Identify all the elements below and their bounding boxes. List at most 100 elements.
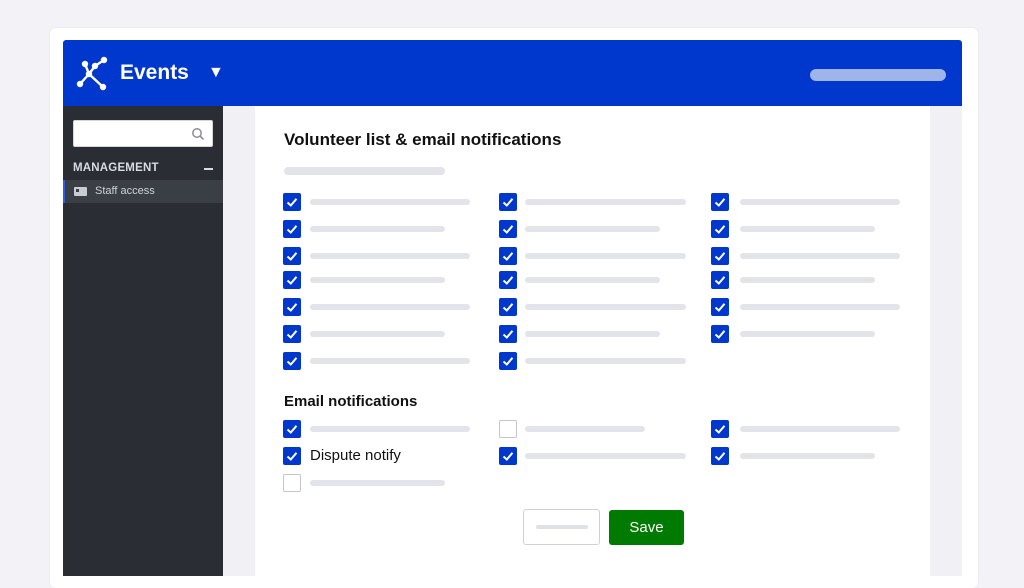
volunteer-checkbox-c1-r1[interactable] xyxy=(283,193,301,211)
option-label-placeholder xyxy=(525,226,660,232)
option-label-placeholder xyxy=(740,304,900,310)
email-notifications-heading: Email notifications xyxy=(284,393,418,410)
dispute-notify-label: Dispute notify xyxy=(310,447,401,464)
checkmark-icon xyxy=(286,452,298,461)
email-checkbox-c2-r2[interactable] xyxy=(499,447,517,465)
volunteer-checkbox-c3-r3[interactable] xyxy=(711,247,729,265)
volunteer-checkbox-c2-r2[interactable] xyxy=(499,220,517,238)
top-header: Events ▼ xyxy=(63,40,962,106)
checkmark-icon xyxy=(714,225,726,234)
volunteer-checkbox-c1-r6[interactable] xyxy=(283,325,301,343)
option-label-placeholder xyxy=(525,199,686,205)
app-title[interactable]: Events xyxy=(120,60,189,86)
email-checkbox-c3-r2[interactable] xyxy=(711,447,729,465)
option-label-placeholder xyxy=(310,480,445,486)
option-label-placeholder xyxy=(525,331,660,337)
option-label-placeholder xyxy=(740,426,900,432)
option-label-placeholder xyxy=(740,199,900,205)
checkmark-icon xyxy=(714,276,726,285)
page-title: Volunteer list & email notifications xyxy=(284,130,562,149)
subtitle-placeholder xyxy=(284,167,445,175)
volunteer-checkbox-c3-r6[interactable] xyxy=(711,325,729,343)
sidebar-item-staff-access[interactable]: Staff access xyxy=(63,180,223,203)
volunteer-checkbox-c2-r1[interactable] xyxy=(499,193,517,211)
option-label-placeholder xyxy=(310,277,445,283)
volunteer-checkbox-c2-r5[interactable] xyxy=(499,298,517,316)
collapse-minus-icon[interactable] xyxy=(204,168,213,170)
volunteer-checkbox-c2-r4[interactable] xyxy=(499,271,517,289)
volunteer-checkbox-c1-r2[interactable] xyxy=(283,220,301,238)
dispute-notify-checkbox[interactable] xyxy=(283,447,301,465)
content-gutter-right xyxy=(930,106,962,576)
volunteer-checkbox-c3-r2[interactable] xyxy=(711,220,729,238)
volunteer-checkbox-c1-r3[interactable] xyxy=(283,247,301,265)
events-logo-icon xyxy=(76,56,108,91)
option-label-placeholder xyxy=(310,304,470,310)
checkmark-icon xyxy=(502,252,514,261)
volunteer-checkbox-c2-r6[interactable] xyxy=(499,325,517,343)
email-checkbox-c2-r1[interactable] xyxy=(499,420,517,438)
search-icon xyxy=(192,128,205,141)
section-header-label: MANAGEMENT xyxy=(73,162,159,174)
option-label-placeholder xyxy=(310,226,445,232)
volunteer-checkbox-c2-r7[interactable] xyxy=(499,352,517,370)
main-content: Volunteer list & email notifications Ema… xyxy=(255,106,930,576)
email-checkbox-c1-r3[interactable] xyxy=(283,474,301,492)
checkmark-icon xyxy=(286,357,298,366)
checkmark-icon xyxy=(714,425,726,434)
sidebar-item-label: Staff access xyxy=(95,185,155,197)
option-label-placeholder xyxy=(310,199,470,205)
option-label-placeholder xyxy=(525,426,645,432)
volunteer-checkbox-c1-r7[interactable] xyxy=(283,352,301,370)
option-label-placeholder xyxy=(525,358,686,364)
cancel-button-label-placeholder xyxy=(536,525,588,529)
checkmark-icon xyxy=(286,225,298,234)
checkmark-icon xyxy=(502,303,514,312)
checkmark-icon xyxy=(714,330,726,339)
checkmark-icon xyxy=(502,198,514,207)
checkmark-icon xyxy=(714,452,726,461)
volunteer-checkbox-c2-r3[interactable] xyxy=(499,247,517,265)
checkmark-icon xyxy=(714,303,726,312)
option-label-placeholder xyxy=(740,226,875,232)
option-label-placeholder xyxy=(525,253,686,259)
volunteer-checkbox-c3-r5[interactable] xyxy=(711,298,729,316)
checkmark-icon xyxy=(502,452,514,461)
option-label-placeholder xyxy=(310,331,445,337)
cancel-button[interactable] xyxy=(523,509,600,545)
volunteer-checkbox-c1-r4[interactable] xyxy=(283,271,301,289)
sidebar-search-input[interactable] xyxy=(73,120,213,147)
checkmark-icon xyxy=(714,198,726,207)
checkmark-icon xyxy=(502,225,514,234)
section-header-management: MANAGEMENT xyxy=(73,162,213,174)
checkmark-icon xyxy=(286,252,298,261)
id-card-icon xyxy=(74,187,87,196)
checkmark-icon xyxy=(502,357,514,366)
option-label-placeholder xyxy=(310,358,470,364)
checkmark-icon xyxy=(286,198,298,207)
option-label-placeholder xyxy=(525,304,686,310)
option-label-placeholder xyxy=(740,253,900,259)
volunteer-checkbox-c3-r4[interactable] xyxy=(711,271,729,289)
save-button[interactable]: Save xyxy=(609,510,684,545)
checkmark-icon xyxy=(286,425,298,434)
email-checkbox-c3-r1[interactable] xyxy=(711,420,729,438)
caret-down-icon[interactable]: ▼ xyxy=(208,63,224,83)
volunteer-checkbox-c3-r1[interactable] xyxy=(711,193,729,211)
email-checkbox-c1-r1[interactable] xyxy=(283,420,301,438)
checkmark-icon xyxy=(714,252,726,261)
volunteer-checkbox-c1-r5[interactable] xyxy=(283,298,301,316)
checkmark-icon xyxy=(286,276,298,285)
checkmark-icon xyxy=(286,330,298,339)
checkmark-icon xyxy=(502,276,514,285)
option-label-placeholder xyxy=(740,277,875,283)
option-label-placeholder xyxy=(310,253,470,259)
option-label-placeholder xyxy=(525,453,686,459)
option-label-placeholder xyxy=(740,331,875,337)
option-label-placeholder xyxy=(525,277,660,283)
sidebar: MANAGEMENT Staff access xyxy=(63,106,223,576)
content-gutter-left xyxy=(223,106,255,576)
user-menu-placeholder[interactable] xyxy=(810,69,946,81)
checkmark-icon xyxy=(286,303,298,312)
option-label-placeholder xyxy=(740,453,875,459)
